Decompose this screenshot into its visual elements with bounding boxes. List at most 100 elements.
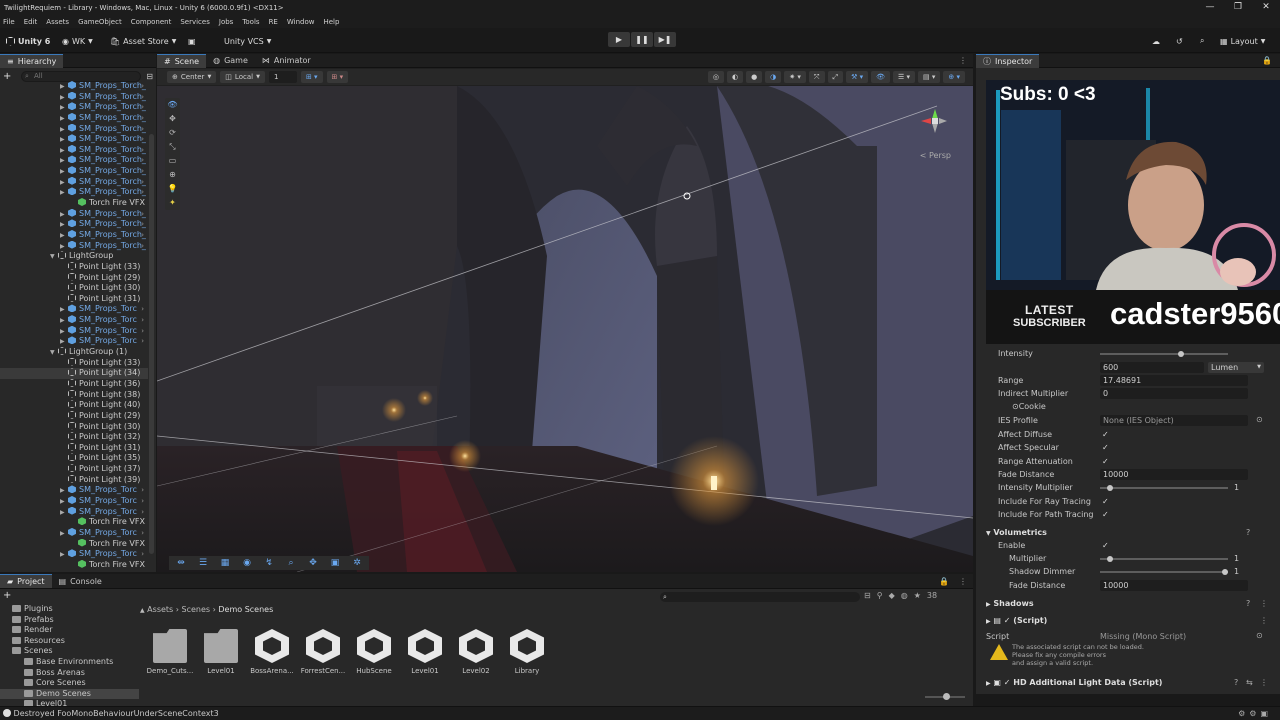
globe-icon[interactable]: ⊕ ▾	[943, 71, 965, 83]
asset-item[interactable]: Library	[502, 629, 552, 675]
foldout-icon[interactable]: ▶	[60, 178, 68, 188]
open-prefab-icon[interactable]: ›	[141, 336, 144, 347]
asset-item[interactable]: Demo_Cuts...	[145, 629, 195, 675]
shadow-dimmer-slider[interactable]	[1100, 569, 1229, 575]
pause-button[interactable]: ❚❚	[631, 32, 653, 47]
view-tool-icon[interactable]: 👁	[165, 98, 180, 112]
foldout-icon[interactable]: ▶	[60, 114, 68, 124]
hierarchy-item[interactable]: Point Light (33)	[0, 357, 148, 369]
shadows-header[interactable]: ▶ Shadows	[986, 599, 1034, 608]
vol-fade-field[interactable]: 10000	[1100, 580, 1248, 591]
ray-tracing-checkbox[interactable]: ✓	[1102, 497, 1109, 506]
menu-re[interactable]: RE	[269, 18, 278, 26]
intensity-unit-dropdown[interactable]: Lumen ▼	[1208, 362, 1264, 373]
tab-game[interactable]: ◍ Game	[206, 54, 255, 68]
hierarchy-item[interactable]: Point Light (38)	[0, 389, 148, 401]
layers-icon[interactable]: ☰ ▾	[893, 71, 916, 83]
snap-icon[interactable]: ⇹	[171, 556, 191, 570]
hierarchy-scrollbar[interactable]	[149, 134, 154, 554]
shaded-icon[interactable]: ●	[746, 71, 763, 83]
hierarchy-item[interactable]: ▶ SM_Props_Torch_ ›	[0, 176, 148, 188]
close-button[interactable]: ✕	[1252, 0, 1280, 15]
type-filter-icon[interactable]: ⊟	[864, 591, 871, 600]
foldout-icon[interactable]: ▶	[60, 220, 68, 230]
affect-diffuse-checkbox[interactable]: ✓	[1102, 430, 1109, 439]
label-filter-icon[interactable]: ⚲	[877, 591, 883, 600]
menu-gameobject[interactable]: GameObject	[78, 18, 122, 26]
lock-icon[interactable]: 🔒	[1262, 56, 1272, 65]
open-prefab-icon[interactable]: ›	[141, 209, 144, 220]
hierarchy-item[interactable]: Point Light (32)	[0, 432, 148, 443]
intensity-multiplier-value[interactable]: 1	[1234, 483, 1239, 492]
foldout-icon[interactable]: ▶	[60, 125, 68, 135]
hierarchy-item[interactable]: Point Light (34)	[0, 368, 148, 379]
open-prefab-icon[interactable]: ›	[141, 134, 144, 145]
asset-store-button[interactable]: 🛍 Asset Store ▼	[110, 34, 176, 48]
hierarchy-item[interactable]: ▶ SM_Props_Torch_ ›	[0, 187, 148, 198]
asset-item[interactable]: Level01	[400, 629, 450, 675]
folder-item[interactable]: Resources	[0, 636, 139, 647]
hierarchy-item[interactable]: Point Light (31)	[0, 442, 148, 454]
status-icons[interactable]: ⚙⚙▣	[1238, 707, 1272, 720]
hierarchy-item[interactable]: ▶ SM_Props_Torc ›	[0, 549, 148, 560]
minimize-button[interactable]: —	[1196, 0, 1224, 15]
gizmos-icon[interactable]: ▤ ▾	[918, 71, 941, 83]
tab-inspector[interactable]: ⓘ Inspector	[976, 53, 1040, 68]
space-dropdown[interactable]: ◫ Local ▼	[220, 71, 265, 83]
tab-scene[interactable]: # Scene	[157, 53, 207, 68]
icon-size-slider[interactable]	[925, 693, 965, 700]
object-picker-icon[interactable]: ⊙	[1256, 631, 1263, 640]
script-field[interactable]: Missing (Mono Script)	[1100, 632, 1186, 641]
foldout-icon[interactable]: ▶	[60, 188, 68, 198]
hierarchy-item[interactable]: ▶ SM_Props_Torch_ ›	[0, 144, 148, 156]
foldout-icon[interactable]: ▶	[60, 135, 68, 145]
hierarchy-item[interactable]: ▶ SM_Props_Torch_ ›	[0, 123, 148, 135]
open-prefab-icon[interactable]: ›	[141, 507, 144, 518]
tag-filter-icon[interactable]: ◆	[889, 591, 895, 600]
light-editor-icon[interactable]: ✦	[165, 196, 180, 210]
favorite-icon[interactable]: ★	[914, 591, 921, 600]
panel-menu-icon[interactable]: ⋮	[959, 56, 967, 65]
filter-icon[interactable]: ⊟	[143, 72, 153, 81]
foldout-icon[interactable]: ▶	[60, 497, 68, 507]
intensity-field[interactable]: 600	[1100, 362, 1204, 373]
open-prefab-icon[interactable]: ›	[141, 113, 144, 124]
open-prefab-icon[interactable]: ›	[141, 177, 144, 188]
lighting-icon[interactable]: ✷ ▾	[784, 71, 806, 83]
vol-multiplier-value[interactable]: 1	[1234, 554, 1239, 563]
foldout-icon[interactable]: ▶	[60, 146, 68, 156]
hierarchy-item[interactable]: ▶ SM_Props_Torc ›	[0, 315, 148, 326]
maximize-button[interactable]: ❐	[1224, 0, 1252, 15]
folder-item[interactable]: Core Scenes	[0, 678, 139, 689]
open-prefab-icon[interactable]: ›	[141, 304, 144, 315]
grid-toggle[interactable]: ⊞ ▾	[300, 71, 323, 83]
hierarchy-item[interactable]: ▶ SM_Props_Torch_ ›	[0, 219, 148, 230]
volumetrics-header[interactable]: ▼ Volumetrics	[986, 528, 1047, 537]
scene-viewport[interactable]: < Persp 👁 ✥ ⟳ ⤡ ▭ ⊕ 💡 ✦ ⇹ ☰ ▦ ◉ ↯ ⌕ ✥ ▣ …	[157, 86, 973, 572]
rotate-tool-icon[interactable]: ⟳	[165, 126, 180, 140]
foldout-icon[interactable]: ▼	[50, 348, 58, 358]
pan-icon[interactable]: ✥	[303, 556, 323, 570]
settings-icon[interactable]: ✲	[347, 556, 367, 570]
folder-item[interactable]: Boss Arenas	[0, 668, 139, 679]
vol-multiplier-slider[interactable]	[1100, 556, 1228, 562]
menu-component[interactable]: Component	[131, 18, 172, 26]
foldout-icon[interactable]: ▼	[50, 252, 58, 262]
tab-hierarchy[interactable]: ≡ Hierarchy	[0, 53, 64, 68]
folder-item[interactable]: Level01	[0, 699, 139, 706]
hierarchy-item[interactable]: ▶ SM_Props_Torch_ ›	[0, 166, 148, 177]
hierarchy-item[interactable]: Point Light (31)	[0, 293, 148, 305]
hierarchy-item[interactable]: ▶ SM_Props_Torch_ ›	[0, 155, 148, 166]
asset-item[interactable]: Level01	[196, 629, 246, 675]
open-prefab-icon[interactable]: ›	[141, 230, 144, 241]
menu-jobs[interactable]: Jobs	[219, 18, 233, 26]
hierarchy-item[interactable]: ▶ SM_Props_Torch_ ›	[0, 81, 148, 92]
menu-dots-icon[interactable]: ⋮	[1260, 599, 1268, 608]
cloud-icon[interactable]: ☁	[1152, 34, 1160, 48]
intensity-multiplier-knob[interactable]	[1107, 485, 1114, 491]
intensity-slider-knob[interactable]	[1177, 351, 1184, 357]
hierarchy-item[interactable]: Point Light (39)	[0, 474, 148, 486]
asset-item[interactable]: Level02	[451, 629, 501, 675]
scale-tool-icon[interactable]: ⤡	[165, 140, 180, 154]
foldout-icon[interactable]: ▶	[60, 82, 68, 92]
